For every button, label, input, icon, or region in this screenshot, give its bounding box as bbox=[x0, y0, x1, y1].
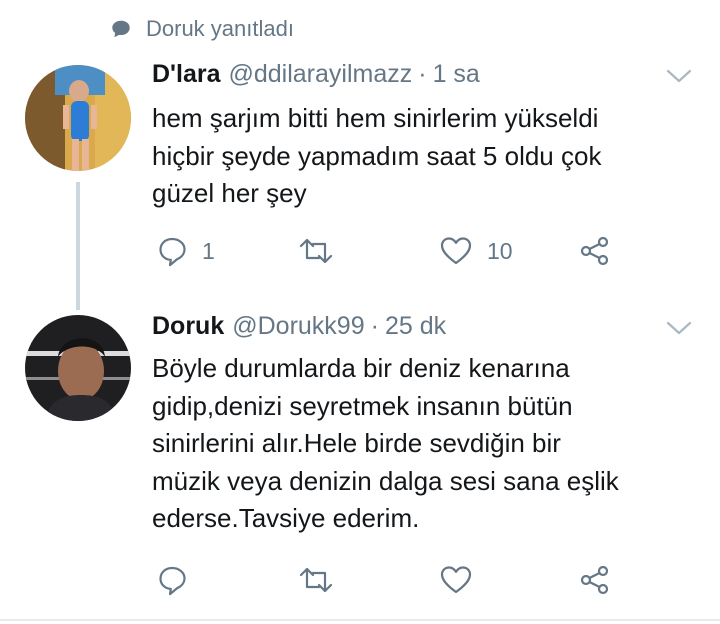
tweet-text: Böyle durumlarda bir deniz kenarına gidi… bbox=[152, 350, 700, 538]
share-icon bbox=[580, 236, 609, 266]
display-name[interactable]: Doruk bbox=[152, 312, 224, 341]
tweet-header: D'lara @ddilarayilmazz · 1 sa bbox=[152, 60, 480, 89]
tweet-doruk[interactable]: Doruk @Dorukk99 · 25 dk Böyle durumlarda… bbox=[0, 300, 720, 618]
tweet-text-line: ederse.Tavsiye ederim. bbox=[152, 503, 420, 533]
like-button[interactable]: 10 bbox=[439, 231, 513, 271]
reply-count: 1 bbox=[202, 237, 215, 264]
tweet-text-line: güzel her şey bbox=[152, 178, 307, 208]
heart-icon bbox=[440, 566, 472, 594]
share-icon bbox=[580, 565, 609, 595]
chevron-down-icon[interactable] bbox=[664, 318, 694, 338]
tweet-text: hem şarjım bitti hem sinirlerim yükseldi… bbox=[152, 100, 700, 213]
separator-dot: · bbox=[418, 60, 427, 88]
divider bbox=[0, 619, 720, 621]
retweet-icon bbox=[299, 567, 333, 593]
reply-button[interactable]: 1 bbox=[156, 231, 215, 271]
timestamp[interactable]: 25 dk bbox=[385, 312, 446, 341]
tweet-actions: 1 10 bbox=[152, 231, 622, 271]
tweet-actions bbox=[152, 560, 622, 600]
like-count: 10 bbox=[487, 237, 513, 264]
tweet-text-line: hem şarjım bitti hem sinirlerim yükseldi bbox=[152, 103, 599, 133]
username-handle[interactable]: @Dorukk99 bbox=[232, 312, 364, 341]
heart-icon bbox=[440, 237, 472, 265]
share-button[interactable] bbox=[579, 231, 611, 271]
share-button[interactable] bbox=[579, 560, 611, 600]
retweet-icon bbox=[299, 238, 333, 264]
retweet-button[interactable] bbox=[298, 560, 348, 600]
display-name[interactable]: D'lara bbox=[152, 60, 220, 89]
username-handle[interactable]: @ddilarayilmazz bbox=[228, 60, 412, 89]
retweet-button[interactable] bbox=[298, 231, 348, 271]
avatar-doruk[interactable] bbox=[25, 315, 131, 421]
separator-dot: · bbox=[370, 312, 379, 340]
tweet-header: Doruk @Dorukk99 · 25 dk bbox=[152, 312, 446, 341]
chevron-down-icon[interactable] bbox=[664, 66, 694, 86]
reply-button[interactable] bbox=[156, 560, 202, 600]
tweet-text-line: hiçbir şeyde yapmadım saat 5 oldu çok bbox=[152, 140, 602, 171]
reply-icon bbox=[159, 566, 186, 596]
like-button[interactable] bbox=[439, 560, 487, 600]
avatar-dlara[interactable] bbox=[25, 65, 131, 171]
reply-icon bbox=[159, 237, 186, 267]
tweet-text-line: gidip,denizi seyretmek insanın bütün bbox=[152, 390, 573, 421]
tweet-text-line: müzik veya denizin dalga sesi sana eşlik bbox=[152, 465, 619, 496]
timestamp[interactable]: 1 sa bbox=[433, 60, 480, 89]
tweet-text-line: Böyle durumlarda bir deniz kenarına bbox=[152, 353, 570, 383]
tweet-dlara[interactable]: D'lara @ddilarayilmazz · 1 sa hem şarjım… bbox=[0, 0, 720, 300]
tweet-text-line: sinirlerini alır.Hele birde sevdiğin bir bbox=[152, 428, 561, 458]
